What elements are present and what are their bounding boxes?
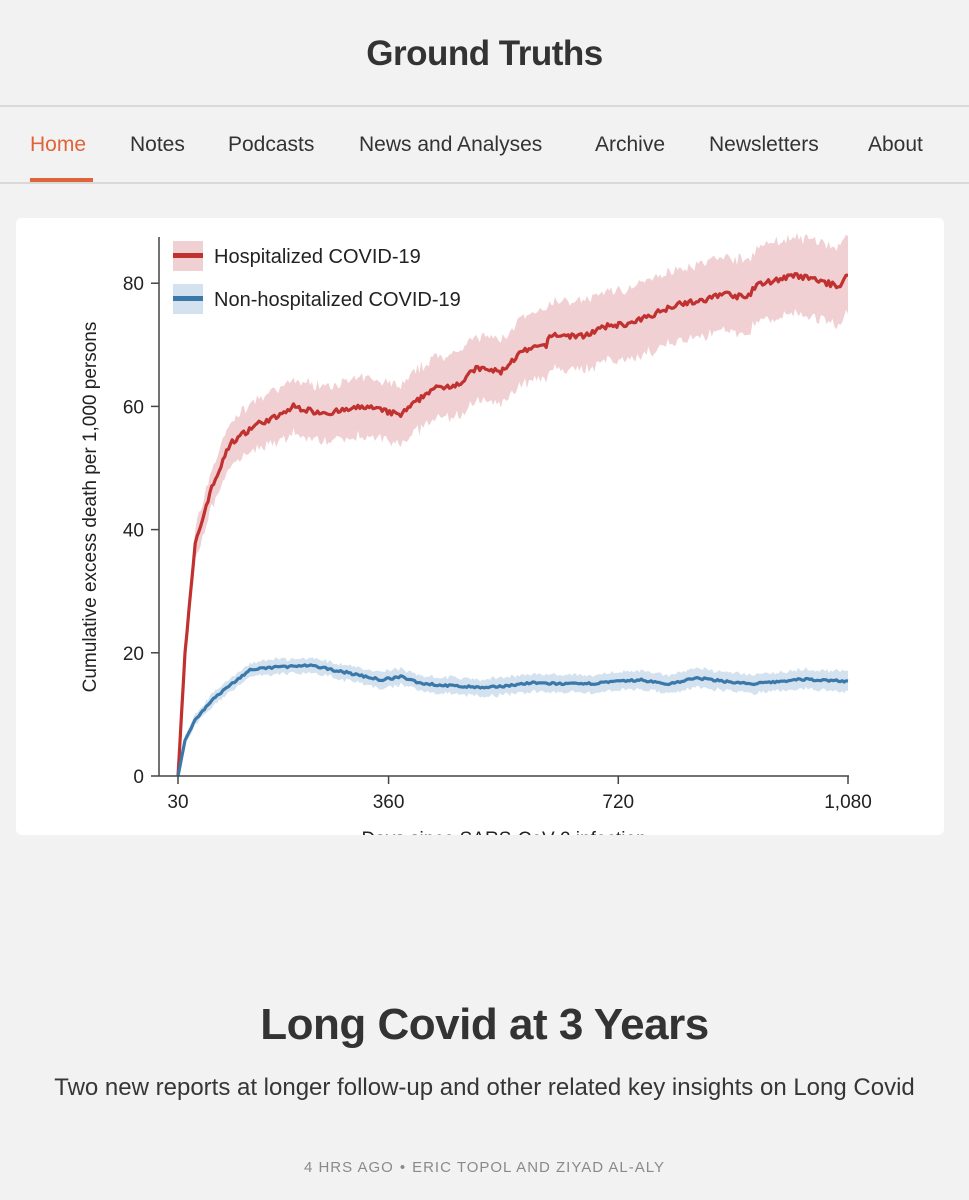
ci-band-non-hospitalized bbox=[178, 657, 848, 776]
site-title[interactable]: Ground Truths bbox=[366, 34, 603, 74]
masthead: Ground Truths bbox=[0, 0, 969, 106]
legend-line-non-hospitalized bbox=[173, 296, 203, 301]
y-tick-label: 60 bbox=[123, 397, 144, 418]
nav-item-home[interactable]: Home bbox=[30, 133, 86, 157]
nav-item-about[interactable]: About bbox=[868, 133, 923, 157]
nav-item-notes[interactable]: Notes bbox=[130, 133, 185, 157]
y-axis-label: Cumulative excess death per 1,000 person… bbox=[80, 322, 101, 693]
post-meta: 4 HRS AGO • ERIC TOPOL AND ZIYAD AL-ALY bbox=[0, 1159, 969, 1176]
post-time: 4 HRS AGO bbox=[303, 1159, 394, 1176]
y-tick-label: 0 bbox=[133, 767, 144, 788]
x-tick-label: 720 bbox=[602, 792, 634, 813]
post-subtitle: Two new reports at longer follow-up and … bbox=[54, 1074, 915, 1101]
x-axis-label: Days since SARS-CoV-2 infection bbox=[361, 829, 646, 835]
post-title[interactable]: Long Covid at 3 Years bbox=[0, 1000, 969, 1050]
nav-item-archive[interactable]: Archive bbox=[595, 133, 665, 157]
y-tick-label: 20 bbox=[123, 644, 144, 665]
legend: Hospitalized COVID-19 Non-hospitalized C… bbox=[173, 241, 461, 314]
legend-line-hospitalized bbox=[173, 253, 203, 258]
legend-label-non-hospitalized: Non-hospitalized COVID-19 bbox=[214, 289, 461, 311]
nav-item-newsletters[interactable]: Newsletters bbox=[709, 133, 819, 157]
x-tick-label: 360 bbox=[373, 792, 405, 813]
post-authors[interactable]: ERIC TOPOL AND ZIYAD AL-ALY bbox=[412, 1159, 665, 1176]
post-cover-image[interactable]: 0 20 40 60 80 30 360 720 1,080 Cumulative exces… bbox=[16, 218, 944, 835]
ci-band-hospitalized bbox=[178, 232, 848, 781]
nav-item-podcasts[interactable]: Podcasts bbox=[228, 133, 314, 157]
nav-divider bbox=[0, 182, 969, 184]
meta-separator: • bbox=[399, 1159, 407, 1176]
y-tick-label: 40 bbox=[123, 521, 144, 542]
x-tick-label: 1,080 bbox=[824, 792, 872, 813]
x-tick-label: 30 bbox=[167, 792, 188, 813]
nav-item-news-and-analyses[interactable]: News and Analyses bbox=[359, 133, 542, 157]
excess-death-chart: 0 20 40 60 80 30 360 720 1,080 Cumulative exces… bbox=[80, 232, 872, 835]
main-nav: Home Notes Podcasts News and Analyses Ar… bbox=[0, 107, 969, 182]
y-tick-label: 80 bbox=[123, 274, 144, 295]
legend-label-hospitalized: Hospitalized COVID-19 bbox=[214, 246, 421, 268]
